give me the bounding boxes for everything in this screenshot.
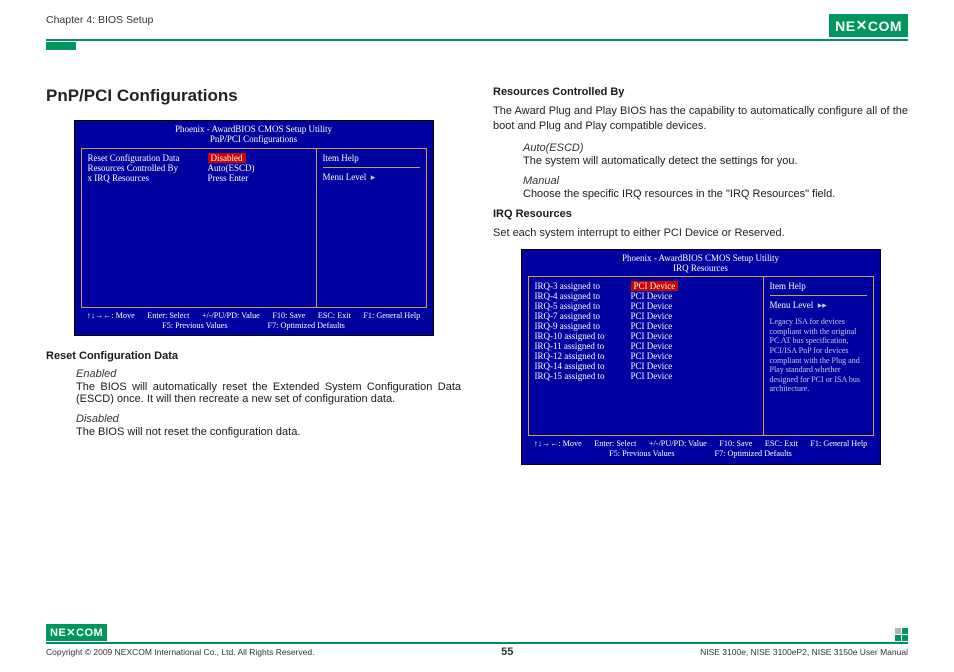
- bios-a-row: x IRQ ResourcesPress Enter: [88, 173, 310, 183]
- bios-b-row: IRQ-14 assigned toPCI Device: [535, 361, 757, 371]
- content-columns: PnP/PCI Configurations Phoenix - AwardBI…: [46, 80, 908, 479]
- bios-a-title: Phoenix - AwardBIOS CMOS Setup Utility P…: [75, 121, 433, 145]
- def-manual: Manual Choose the specific IRQ resources…: [493, 175, 908, 200]
- logo-left: NE✕COM: [829, 14, 908, 37]
- chapter-title: Chapter 4: BIOS Setup: [46, 14, 153, 26]
- footer-corner-icon: [895, 628, 908, 641]
- bios-a-footer: ↑↓→←: Move Enter: Select +/-/PU/PD: Valu…: [75, 310, 433, 336]
- bios-b-row: IRQ-4 assigned toPCI Device: [535, 291, 757, 301]
- rcb-intro: The Award Plug and Play BIOS has the cap…: [493, 104, 908, 134]
- bios-b-title: Phoenix - AwardBIOS CMOS Setup Utility I…: [522, 250, 880, 274]
- irq-intro: Set each system interrupt to either PCI …: [493, 226, 908, 241]
- bios-b-footer: ↑↓→←: Move Enter: Select +/-/PU/PD: Valu…: [522, 438, 880, 464]
- bios-b-row: IRQ-10 assigned toPCI Device: [535, 331, 757, 341]
- menu-level-arrow-icon: ▸: [371, 172, 376, 182]
- def-enabled: Enabled The BIOS will automatically rese…: [46, 368, 461, 405]
- page-header: Chapter 4: BIOS Setup NE✕COM: [46, 14, 908, 41]
- logo-x-icon: ✕: [66, 626, 76, 639]
- bios-b-row: IRQ-11 assigned toPCI Device: [535, 341, 757, 351]
- bios-a-row: Reset Configuration DataDisabled: [88, 153, 310, 163]
- bios-b-help-text: Legacy ISA for devices compliant with th…: [770, 317, 867, 394]
- heading-irq-resources: IRQ Resources: [493, 208, 908, 220]
- bios-a-row: Resources Controlled ByAuto(ESCD): [88, 163, 310, 173]
- bios-a-left-panel: Reset Configuration DataDisabled Resourc…: [82, 149, 316, 307]
- bios-screenshot-pnp: Phoenix - AwardBIOS CMOS Setup Utility P…: [74, 120, 434, 336]
- section-title: PnP/PCI Configurations: [46, 86, 461, 106]
- brand-logo: NE✕COM: [829, 14, 908, 37]
- bios-b-left-panel: IRQ-3 assigned toPCI Device IRQ-4 assign…: [529, 277, 763, 435]
- page-number: 55: [501, 646, 513, 658]
- def-auto-escd: Auto(ESCD) The system will automatically…: [493, 142, 908, 167]
- copyright-text: Copyright © 2009 NEXCOM International Co…: [46, 647, 314, 657]
- page-footer: NE✕COM Copyright © 2009 NEXCOM Internati…: [46, 624, 908, 658]
- heading-resources-controlled-by: Resources Controlled By: [493, 86, 908, 98]
- document-title: NISE 3100e, NISE 3100eP2, NISE 3150e Use…: [700, 647, 908, 657]
- heading-reset-config: Reset Configuration Data: [46, 350, 461, 362]
- bios-b-row: IRQ-9 assigned toPCI Device: [535, 321, 757, 331]
- bios-b-row: IRQ-3 assigned toPCI Device: [535, 281, 757, 291]
- bios-b-help-panel: Item Help Menu Level ▸▸ Legacy ISA for d…: [763, 277, 873, 435]
- bios-b-row: IRQ-7 assigned toPCI Device: [535, 311, 757, 321]
- bios-screenshot-irq: Phoenix - AwardBIOS CMOS Setup Utility I…: [521, 249, 881, 465]
- logo-x-icon: ✕: [856, 17, 868, 34]
- header-accent-block: [46, 42, 76, 50]
- right-column: Resources Controlled By The Award Plug a…: [493, 86, 908, 479]
- bios-a-help-panel: Item Help Menu Level ▸: [316, 149, 426, 307]
- bios-b-row: IRQ-12 assigned toPCI Device: [535, 351, 757, 361]
- bios-b-row: IRQ-5 assigned toPCI Device: [535, 301, 757, 311]
- menu-level-arrow-icon: ▸▸: [818, 300, 827, 310]
- bios-b-row: IRQ-15 assigned toPCI Device: [535, 371, 757, 381]
- left-column: PnP/PCI Configurations Phoenix - AwardBI…: [46, 86, 461, 479]
- def-disabled: Disabled The BIOS will not reset the con…: [46, 413, 461, 438]
- footer-brand-logo: NE✕COM: [46, 624, 107, 641]
